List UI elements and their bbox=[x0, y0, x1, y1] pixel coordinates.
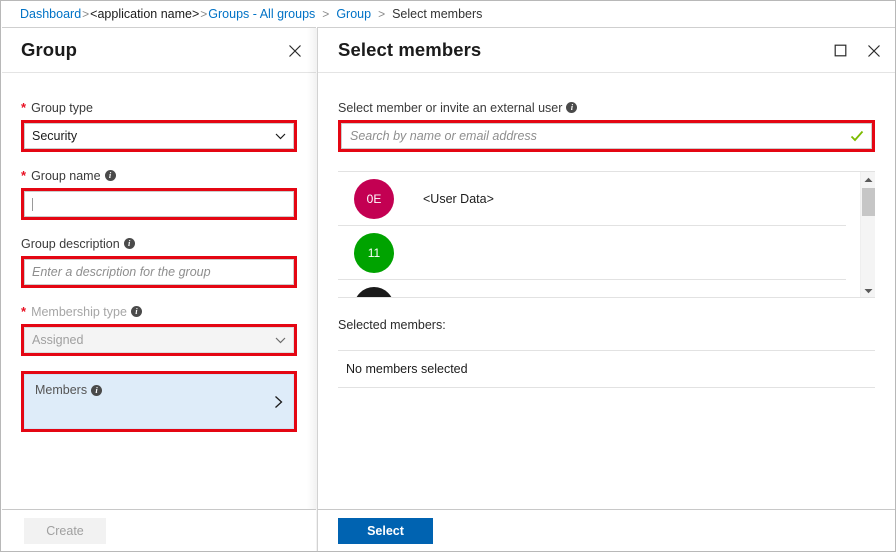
search-placeholder: Search by name or email address bbox=[350, 129, 537, 143]
group-blade-header: Group bbox=[2, 28, 316, 73]
search-input[interactable]: Search by name or email address bbox=[341, 123, 872, 149]
group-type-select[interactable]: Security bbox=[24, 123, 294, 149]
group-description-field: Group description i Enter a description … bbox=[21, 235, 297, 288]
membership-type-label-text: Membership type bbox=[31, 304, 127, 319]
breadcrumb-separator: > bbox=[200, 7, 208, 21]
group-description-label: Group description i bbox=[21, 235, 297, 252]
scrollbar[interactable] bbox=[860, 172, 875, 297]
select-members-header-actions bbox=[830, 28, 884, 73]
chevron-right-icon bbox=[271, 394, 286, 409]
list-item[interactable] bbox=[338, 280, 846, 297]
membership-type-select: Assigned bbox=[24, 327, 294, 353]
group-type-label: * Group type bbox=[21, 99, 297, 116]
chevron-down-icon bbox=[274, 130, 287, 143]
group-name-label: * Group name i bbox=[21, 167, 297, 184]
members-label-text: Members bbox=[35, 383, 88, 397]
checkmark-icon bbox=[850, 129, 864, 143]
breadcrumb-item-select-members: Select members bbox=[392, 7, 483, 21]
members-picker[interactable]: Members i bbox=[24, 374, 294, 429]
required-asterisk: * bbox=[21, 304, 27, 319]
info-icon[interactable]: i bbox=[91, 384, 103, 396]
chevron-down-icon bbox=[274, 334, 287, 347]
avatar: 11 bbox=[354, 232, 394, 273]
select-members-blade-header: Select members bbox=[318, 28, 895, 73]
group-blade-body: * Group type Security * Group name i Gro… bbox=[2, 99, 316, 432]
membership-type-label: * Membership type i bbox=[21, 303, 297, 320]
close-icon[interactable] bbox=[864, 41, 884, 61]
select-members-blade: Select members Select member or invite a… bbox=[317, 27, 895, 551]
members-label: Members i bbox=[35, 383, 267, 397]
group-description-placeholder: Enter a description for the group bbox=[32, 265, 211, 279]
breadcrumb-separator: > bbox=[322, 7, 330, 21]
breadcrumb-item-application-name[interactable]: <application name> bbox=[90, 7, 199, 21]
info-icon[interactable]: i bbox=[566, 102, 578, 113]
avatar-initials: 11 bbox=[367, 245, 381, 260]
avatar-initials: 0E bbox=[366, 191, 382, 206]
breadcrumb-separator: > bbox=[82, 7, 90, 21]
breadcrumb-separator: > bbox=[378, 7, 386, 21]
page-title: Group bbox=[21, 39, 77, 60]
select-members-title: Select members bbox=[338, 39, 482, 60]
breadcrumb-item-dashboard[interactable]: Dashboard bbox=[20, 7, 81, 21]
breadcrumb: Dashboard > <application name> > Groups … bbox=[1, 1, 895, 27]
selected-members-empty-text: No members selected bbox=[346, 362, 468, 376]
group-description-input[interactable]: Enter a description for the group bbox=[24, 259, 294, 285]
breadcrumb-item-groups-all-groups[interactable]: Groups - All groups bbox=[208, 7, 315, 21]
member-results-scrollport: 0E <User Data> 11 bbox=[338, 172, 846, 297]
group-blade-header-actions bbox=[285, 28, 305, 73]
caret-up-icon[interactable] bbox=[861, 173, 875, 187]
create-button[interactable]: Create bbox=[24, 517, 106, 544]
required-asterisk: * bbox=[21, 168, 27, 183]
required-asterisk: * bbox=[21, 100, 27, 115]
azure-portal-blade-screenshot: Dashboard > <application name> > Groups … bbox=[0, 0, 896, 552]
member-results-list: 0E <User Data> 11 bbox=[338, 171, 875, 298]
membership-type-value: Assigned bbox=[32, 333, 84, 347]
group-name-highlight bbox=[21, 188, 297, 220]
close-icon[interactable] bbox=[285, 41, 305, 61]
caret-down-icon[interactable] bbox=[861, 284, 875, 297]
members-highlight: Members i bbox=[21, 371, 297, 432]
members-field: Members i bbox=[21, 371, 297, 432]
member-search-label-text: Select member or invite an external user bbox=[338, 100, 563, 115]
selected-members-heading: Selected members: bbox=[338, 318, 446, 332]
breadcrumb-item-group[interactable]: Group bbox=[336, 7, 371, 21]
info-icon[interactable]: i bbox=[123, 238, 135, 249]
select-button[interactable]: Select bbox=[338, 517, 433, 544]
group-name-label-text: Group name bbox=[31, 168, 101, 183]
group-type-highlight: Security bbox=[21, 120, 297, 152]
list-item[interactable]: 0E <User Data> bbox=[338, 172, 846, 226]
group-name-field: * Group name i bbox=[21, 167, 297, 220]
group-name-input[interactable] bbox=[24, 191, 294, 217]
group-type-label-text: Group type bbox=[31, 100, 93, 115]
select-members-body: Select member or invite an external user… bbox=[318, 99, 895, 388]
group-type-field: * Group type Security bbox=[21, 99, 297, 152]
text-caret bbox=[32, 197, 33, 211]
group-description-label-text: Group description bbox=[21, 236, 120, 251]
selected-members-list: No members selected bbox=[338, 350, 875, 388]
scroll-thumb[interactable] bbox=[862, 188, 875, 216]
group-blade-footer: Create bbox=[2, 509, 316, 551]
member-search-label: Select member or invite an external user… bbox=[338, 99, 875, 116]
membership-type-field: * Membership type i Assigned bbox=[21, 303, 297, 356]
info-icon[interactable]: i bbox=[130, 306, 142, 317]
info-icon[interactable]: i bbox=[104, 170, 116, 181]
member-search-highlight: Search by name or email address bbox=[338, 120, 875, 152]
group-type-value: Security bbox=[32, 129, 78, 143]
avatar: 0E bbox=[354, 178, 394, 219]
membership-type-highlight: Assigned bbox=[21, 324, 297, 356]
select-members-footer: Select bbox=[317, 509, 895, 551]
maximize-icon[interactable] bbox=[830, 41, 850, 61]
group-description-highlight: Enter a description for the group bbox=[21, 256, 297, 288]
list-item[interactable]: 11 bbox=[338, 226, 846, 280]
avatar bbox=[354, 286, 394, 297]
member-name: <User Data> bbox=[423, 191, 494, 206]
group-blade: Group * Group type Security * Group name… bbox=[2, 27, 316, 551]
member-search-field: Select member or invite an external user… bbox=[338, 99, 875, 152]
